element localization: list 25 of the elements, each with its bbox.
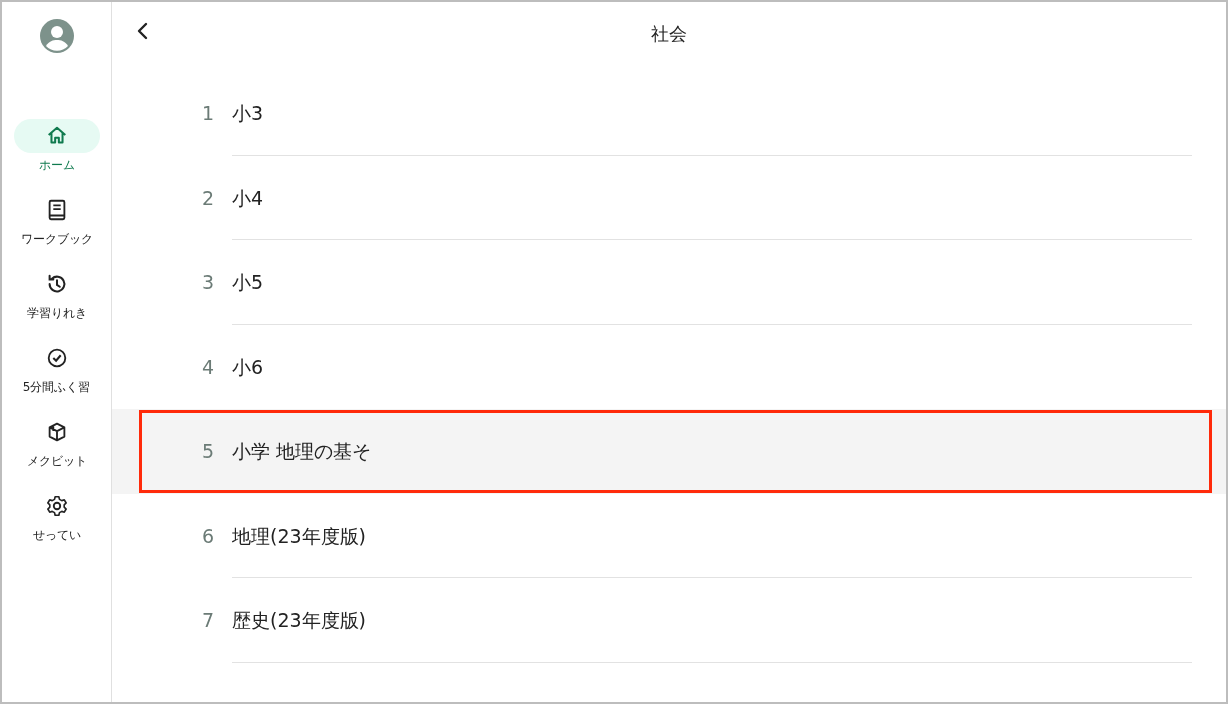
nav-label[interactable]: 5分間ふく習 [22,378,91,396]
nav-label[interactable]: せってい [32,526,81,544]
row-number: 2 [200,185,214,211]
row-label: 小4 [232,185,264,211]
nav-label[interactable]: ホーム [38,156,75,174]
row-label: 小5 [232,270,264,295]
row-label: 歴史(23年度版) [232,608,366,633]
page-title: 社会 [651,21,687,46]
row-label: 地理(23年度版) [232,523,366,549]
row-number: 7 [200,608,214,633]
row-number: 4 [200,354,214,380]
list-row[interactable]: 5 小学 地理の基そ [112,409,1226,494]
avatar-icon[interactable] [39,19,74,53]
row-label: 小3 [232,101,264,126]
nav-highlight[interactable] [13,119,100,153]
nav-label[interactable]: ワークブック [20,230,93,248]
row-number: 1 [200,101,214,126]
settings-icon[interactable] [44,494,69,518]
nav-label[interactable]: メクビット [26,452,87,470]
nav-label[interactable]: 学習りれき [26,304,87,322]
row-label: 小学 地理の基そ [232,439,372,464]
row-label: 小6 [232,354,264,380]
row-number: 3 [200,270,214,295]
row-number: 5 [200,439,214,464]
row-number: 6 [200,523,214,549]
